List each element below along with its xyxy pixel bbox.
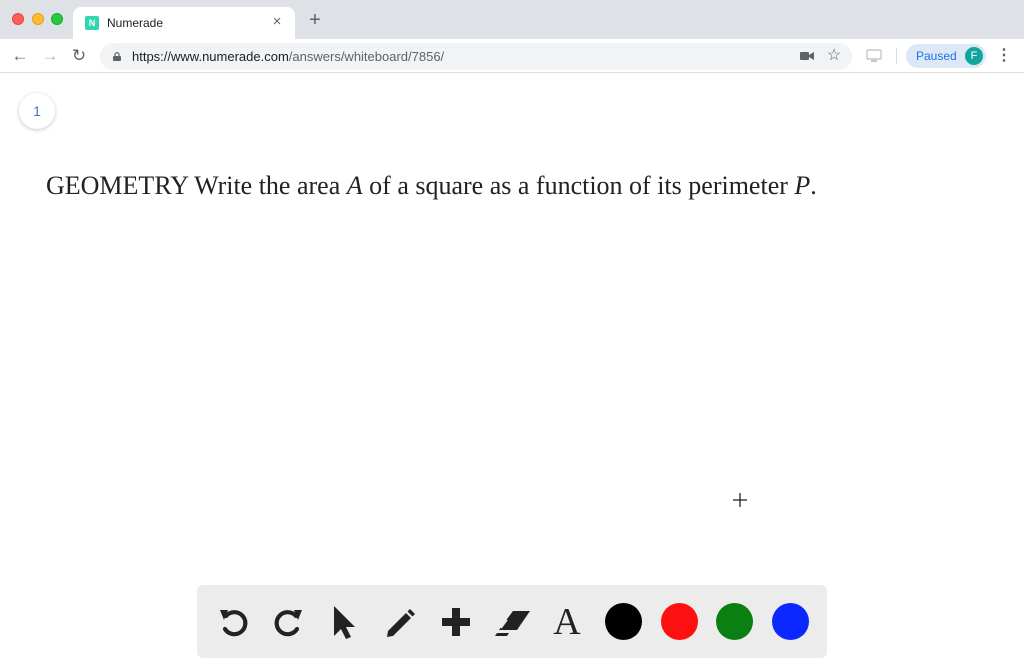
drawing-toolbar: A [197, 585, 827, 658]
pencil-icon [387, 609, 415, 637]
tab-title: Numerade [107, 16, 164, 30]
plus-icon [442, 608, 470, 636]
camera-icon[interactable] [800, 50, 814, 62]
kebab-menu-icon[interactable]: ⋮ [996, 47, 1012, 65]
variable-area: A [346, 171, 363, 200]
url-text: https://www.numerade.com/answers/whitebo… [132, 49, 444, 64]
variable-perimeter: P [794, 171, 811, 200]
color-swatch-red[interactable] [661, 603, 698, 640]
question-part-2: of a square as a function of its perimet… [362, 171, 795, 200]
forward-arrow-icon[interactable]: → [40, 46, 60, 66]
sync-status-label: Paused [916, 49, 957, 63]
question-part-1: GEOMETRY Write the area [46, 171, 347, 200]
redo-button[interactable] [269, 602, 309, 642]
profile-paused-button[interactable]: Paused F [906, 44, 986, 68]
tab-numerade[interactable]: N Numerade × [73, 7, 295, 39]
add-shape-button[interactable] [436, 602, 476, 642]
page-number-badge[interactable]: 1 [19, 93, 55, 129]
reload-icon[interactable]: ↻ [69, 46, 89, 66]
question-part-3: . [810, 171, 817, 200]
text-icon[interactable]: A [547, 602, 587, 642]
lock-icon [113, 52, 121, 61]
pointer-icon [334, 606, 355, 639]
eraser-tool-button[interactable] [493, 602, 533, 642]
close-window-button[interactable] [12, 13, 24, 25]
color-swatch-green[interactable] [716, 603, 753, 640]
numerade-favicon-icon: N [85, 16, 99, 30]
minimize-window-button[interactable] [32, 13, 44, 25]
crosshair-cursor-icon [733, 493, 747, 507]
zoom-window-button[interactable] [51, 13, 63, 25]
eraser-icon [495, 611, 530, 636]
avatar: F [965, 47, 983, 65]
color-swatch-black[interactable] [605, 603, 642, 640]
close-icon[interactable]: × [269, 14, 285, 30]
new-tab-icon[interactable]: + [305, 10, 325, 30]
address-bar[interactable]: https://www.numerade.com/answers/whitebo… [100, 43, 852, 70]
redo-icon [274, 610, 302, 637]
url-host: https://www.numerade.com [132, 49, 289, 64]
bookmark-star-icon[interactable]: ☆ [825, 46, 843, 66]
question-text: GEOMETRY Write the area A of a square as… [46, 171, 1006, 201]
tab-strip: N Numerade × + [0, 0, 1024, 39]
pencil-tool-button[interactable] [380, 602, 420, 642]
color-swatch-blue[interactable] [772, 603, 809, 640]
cast-icon[interactable] [866, 49, 882, 63]
toolbar-divider [896, 48, 897, 64]
undo-icon [220, 610, 248, 637]
back-arrow-icon[interactable]: ← [10, 46, 30, 66]
browser-toolbar: ← → ↻ https://www.numerade.com/answers/w… [0, 39, 1024, 73]
select-tool-button[interactable] [324, 602, 364, 642]
url-path: /answers/whiteboard/7856/ [288, 49, 445, 64]
undo-button[interactable] [213, 602, 253, 642]
